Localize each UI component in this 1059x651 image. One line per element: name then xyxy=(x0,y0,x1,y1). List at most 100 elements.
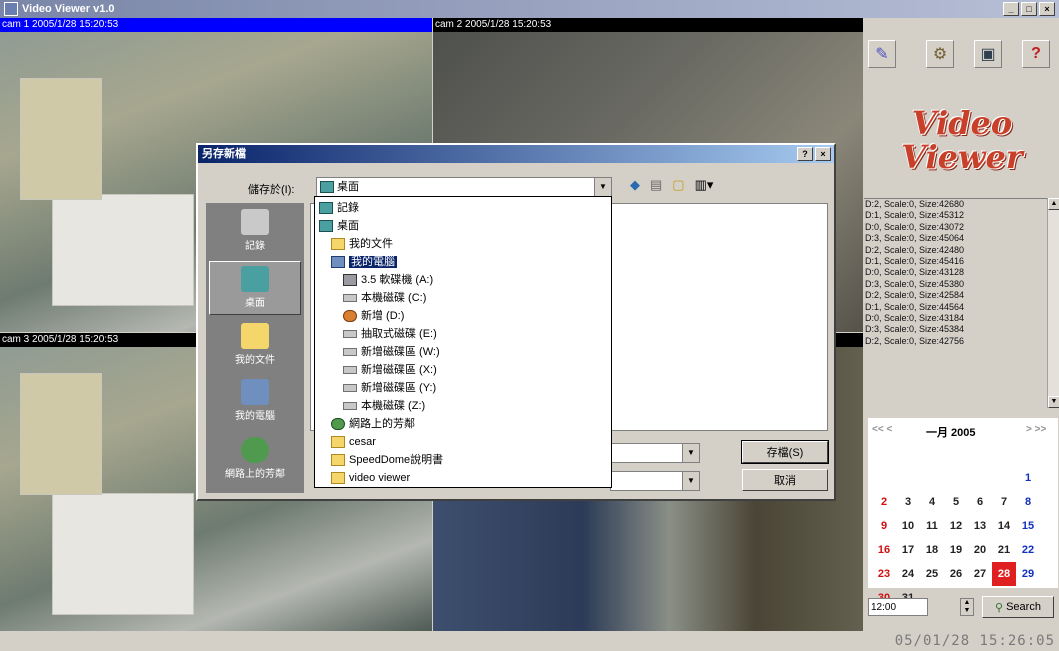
calendar-day[interactable]: 19 xyxy=(944,538,968,562)
log-line: D:2, Scale:0, Size:42756 xyxy=(865,335,965,346)
app-icon xyxy=(4,2,18,17)
chevron-down-icon[interactable]: ▼ xyxy=(594,178,611,196)
place-label: 我的文件 xyxy=(235,355,275,366)
dialog-close-button[interactable]: × xyxy=(815,147,831,161)
drive-icon xyxy=(343,348,357,357)
dropdown-item[interactable]: 新增 (D:) xyxy=(315,307,611,325)
calendar-day[interactable]: 26 xyxy=(944,562,968,586)
calendar-day[interactable]: 23 xyxy=(872,562,896,586)
place-my-documents[interactable]: 我的文件 xyxy=(209,319,301,373)
help-icon[interactable]: ? xyxy=(1022,40,1050,68)
calendar-day[interactable]: 14 xyxy=(992,514,1016,538)
close-button[interactable]: × xyxy=(1039,2,1055,16)
log-line: D:1, Scale:0, Size:45312 xyxy=(865,210,965,221)
calendar-day[interactable]: 15 xyxy=(1016,514,1040,538)
calendar-day[interactable]: 6 xyxy=(968,490,992,514)
save-button[interactable]: 存檔(S) xyxy=(741,440,829,464)
maximize-button[interactable]: □ xyxy=(1021,2,1037,16)
window-controls: _ □ × xyxy=(1003,2,1055,16)
scroll-down-icon[interactable]: ▼ xyxy=(1048,396,1059,408)
log-line: D:0, Scale:0, Size:43128 xyxy=(865,267,965,278)
dropdown-item[interactable]: 抽取式磁碟 (E:) xyxy=(315,325,611,343)
dropdown-item-label: 我的電腦 xyxy=(349,256,397,268)
dropdown-item-label: 抽取式磁碟 (E:) xyxy=(361,328,437,340)
log-line: D:0, Scale:0, Size:43184 xyxy=(865,313,965,324)
calendar-prev-button[interactable]: << < xyxy=(872,424,892,435)
save-in-dropdown-list[interactable]: 記錄 桌面 我的文件我的電腦 3.5 軟碟機 (A:) 本機磁碟 (C:) 新增 (D:)… xyxy=(314,196,612,488)
calendar-day[interactable]: 5 xyxy=(944,490,968,514)
dropdown-item[interactable]: 3.5 軟碟機 (A:) xyxy=(315,271,611,289)
places-bar: 記錄 桌面 我的文件 我的電腦 網路上的芳鄰 xyxy=(206,203,304,493)
calendar-day[interactable]: 20 xyxy=(968,538,992,562)
calendar-day[interactable]: 25 xyxy=(920,562,944,586)
dropdown-item[interactable]: 本機磁碟 (Z:) xyxy=(315,397,611,415)
cancel-button[interactable]: 取消 xyxy=(742,469,828,491)
calendar-day[interactable]: 29 xyxy=(1016,562,1040,586)
place-network[interactable]: 網路上的芳鄰 xyxy=(209,433,301,487)
event-log[interactable]: D:2, Scale:0, Size:42680 D:1, Scale:0, Si… xyxy=(864,198,1047,409)
search-button[interactable]: ⚲ Search xyxy=(982,596,1054,618)
folder-icon xyxy=(241,323,269,349)
place-my-computer[interactable]: 我的電腦 xyxy=(209,375,301,429)
dropdown-item[interactable]: 網路上的芳鄰 xyxy=(315,415,611,433)
dropdown-item-label: SpeedDome說明書 xyxy=(349,454,444,466)
calendar-day[interactable]: 9 xyxy=(872,514,896,538)
help-button[interactable]: ? xyxy=(797,147,813,161)
up-folder-icon[interactable]: ▤ xyxy=(650,177,662,193)
calendar-day[interactable]: 7 xyxy=(992,490,1016,514)
calendar-day[interactable]: 28 xyxy=(992,562,1016,586)
calendar-day[interactable]: 22 xyxy=(1016,538,1040,562)
calendar-day[interactable]: 13 xyxy=(968,514,992,538)
time-input[interactable]: 12:00 xyxy=(868,598,928,616)
save-in-combo[interactable]: 桌面 ▼ xyxy=(316,177,612,197)
place-desktop[interactable]: 桌面 xyxy=(209,261,301,315)
log-line: D:3, Scale:0, Size:45380 xyxy=(865,278,965,289)
dropdown-item[interactable]: 記錄 xyxy=(315,199,611,217)
calendar-day[interactable]: 4 xyxy=(920,490,944,514)
dropdown-item[interactable]: 本機磁碟 (C:) xyxy=(315,289,611,307)
calendar-empty xyxy=(944,466,968,490)
settings-icon[interactable]: ⚙ xyxy=(926,40,954,68)
calendar-day[interactable]: 8 xyxy=(1016,490,1040,514)
dropdown-item[interactable]: 新增磁碟區 (W:) xyxy=(315,343,611,361)
calendar-day[interactable]: 1 xyxy=(1016,466,1040,490)
dropdown-item[interactable]: 桌面 xyxy=(315,217,611,235)
new-folder-icon[interactable]: ▢ xyxy=(672,177,684,193)
calendar-day[interactable]: 10 xyxy=(896,514,920,538)
time-spinner[interactable]: ▲ ▼ xyxy=(960,598,974,616)
dropdown-item[interactable]: 新增磁碟區 (Y:) xyxy=(315,379,611,397)
calendar-next-button[interactable]: > >> xyxy=(1026,424,1046,435)
calendar-day[interactable]: 11 xyxy=(920,514,944,538)
calendar-day[interactable]: 21 xyxy=(992,538,1016,562)
floppy-icon xyxy=(343,274,357,287)
place-recent[interactable]: 記錄 xyxy=(209,205,301,259)
filename-input[interactable]: ▼ xyxy=(610,443,700,463)
camera-icon[interactable]: ▣ xyxy=(974,40,1002,68)
dropdown-item[interactable]: video viewer xyxy=(315,469,611,487)
calendar-day[interactable]: 18 xyxy=(920,538,944,562)
cd-icon xyxy=(343,310,357,323)
calendar-day[interactable]: 27 xyxy=(968,562,992,586)
view-menu-icon[interactable]: ▥▾ xyxy=(695,177,714,193)
calendar-day[interactable]: 17 xyxy=(896,538,920,562)
dropdown-item[interactable]: 我的電腦 xyxy=(315,253,611,271)
minimize-button[interactable]: _ xyxy=(1003,2,1019,16)
calendar-day[interactable]: 3 xyxy=(896,490,920,514)
back-icon[interactable]: ◆ xyxy=(630,177,640,193)
calendar-day[interactable]: 2 xyxy=(872,490,896,514)
calendar-day[interactable]: 16 xyxy=(872,538,896,562)
filetype-select[interactable]: ▼ xyxy=(610,471,700,491)
calendar-day[interactable]: 24 xyxy=(896,562,920,586)
folder-icon xyxy=(331,454,345,467)
chevron-down-icon[interactable]: ▼ xyxy=(682,444,699,462)
recent-icon xyxy=(241,209,269,235)
dropdown-item[interactable]: 新增磁碟區 (X:) xyxy=(315,361,611,379)
chevron-down-icon[interactable]: ▼ xyxy=(682,472,699,490)
dropdown-item[interactable]: 我的文件 xyxy=(315,235,611,253)
calendar-day[interactable]: 12 xyxy=(944,514,968,538)
dropdown-item[interactable]: SpeedDome說明書 xyxy=(315,451,611,469)
scroll-up-icon[interactable]: ▲ xyxy=(1048,198,1059,210)
log-scrollbar[interactable]: ▲ ▼ xyxy=(1047,198,1059,408)
dropdown-item[interactable]: cesar xyxy=(315,433,611,451)
edit-icon[interactable]: ✎ xyxy=(868,40,896,68)
